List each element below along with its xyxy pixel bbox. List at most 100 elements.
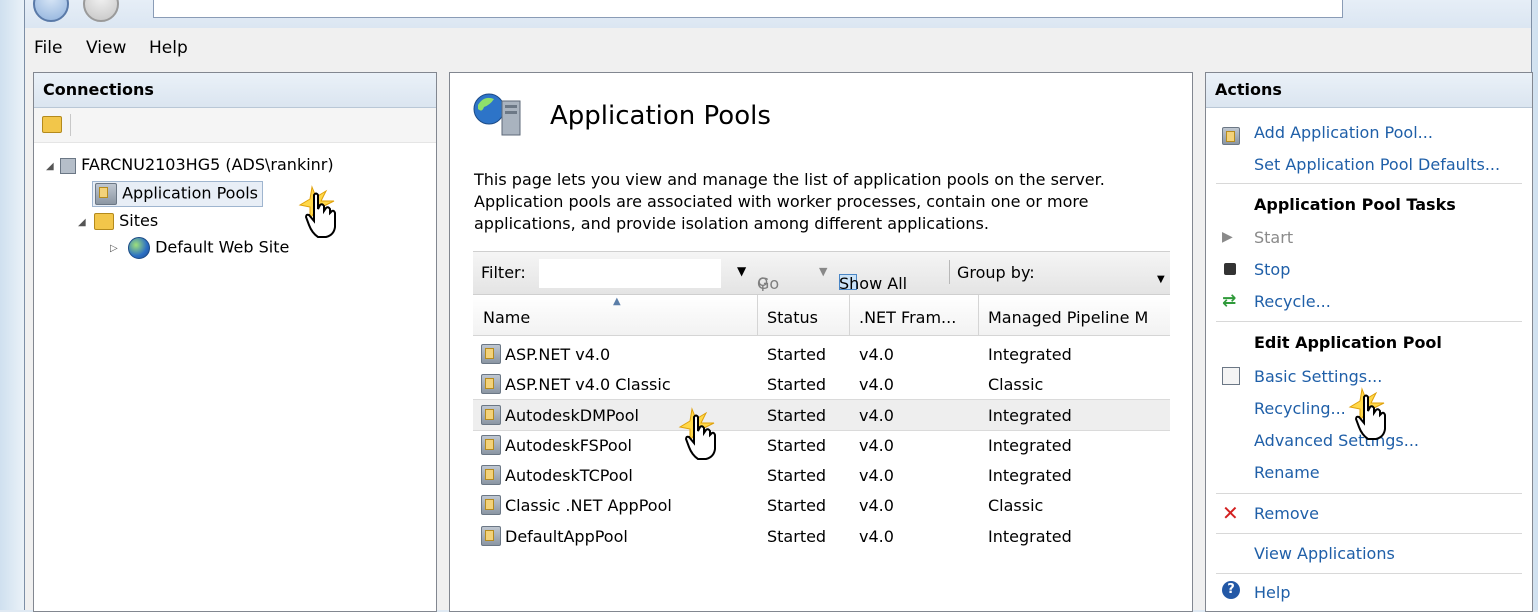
row-name: AutodeskDMPool: [505, 406, 639, 425]
tree-sites-node[interactable]: Sites: [94, 211, 158, 230]
app-pool-icon: [481, 405, 501, 425]
remove-link[interactable]: Remove: [1254, 504, 1319, 523]
filter-label: Filter:: [481, 263, 526, 282]
table-row[interactable]: ASP.NET v4.0 Classic Started v4.0 Classi…: [473, 369, 1170, 399]
row-pipeline: Classic: [988, 496, 1044, 515]
row-name: DefaultAppPool: [505, 527, 628, 546]
recycling-link[interactable]: Recycling...: [1254, 399, 1346, 418]
row-pipeline: Classic: [988, 375, 1044, 394]
column-name[interactable]: Name: [483, 308, 530, 327]
app-pool-icon: [481, 344, 501, 364]
basic-settings-link[interactable]: Basic Settings...: [1254, 367, 1382, 386]
menu-file[interactable]: File: [34, 38, 62, 58]
sites-label: Sites: [119, 211, 159, 230]
tree-application-pools[interactable]: Application Pools: [92, 181, 264, 207]
filter-toolbar: Filter: ▼ ⚲ Go ▼ Show All Group by: ▼: [473, 251, 1170, 295]
sort-ascending-icon: ▲: [613, 296, 621, 307]
iis-manager-window: File View Help Connections ◢ FARCNU2103H…: [24, 0, 1533, 612]
view-applications-link[interactable]: View Applications: [1254, 544, 1395, 563]
navigation-bar: [25, 0, 1531, 28]
row-status: Started: [767, 345, 827, 364]
page-title: Application Pools: [550, 101, 771, 131]
advanced-settings-link[interactable]: Advanced Settings...: [1254, 431, 1419, 450]
more-options-icon[interactable]: ▼: [1157, 274, 1165, 285]
actions-header: Actions: [1206, 73, 1532, 108]
help-link[interactable]: Help: [1254, 583, 1290, 602]
collapse-server-toggle[interactable]: ◢: [46, 161, 54, 172]
column-separator[interactable]: [849, 295, 850, 335]
row-name: AutodeskTCPool: [505, 466, 633, 485]
remove-x-icon: ✕: [1222, 501, 1239, 525]
recycle-link[interactable]: Recycle...: [1254, 292, 1331, 311]
back-button[interactable]: [33, 0, 69, 22]
column-separator[interactable]: [978, 295, 979, 335]
menu-bar: [25, 28, 1531, 64]
menu-view[interactable]: View: [86, 38, 126, 58]
main-content-panel: Application Pools This page lets you vie…: [449, 72, 1193, 612]
filter-dropdown-icon[interactable]: ▼: [737, 264, 746, 278]
expand-site-toggle[interactable]: ▷: [110, 243, 118, 254]
row-status: Started: [767, 436, 827, 455]
filter-input[interactable]: [539, 259, 721, 288]
table-row[interactable]: AutodeskTCPool Started v4.0 Integrated: [473, 460, 1170, 490]
pool-tasks-header: Application Pool Tasks: [1254, 195, 1456, 214]
row-status: Started: [767, 375, 827, 394]
app-pool-icon: [481, 435, 501, 455]
column-net-framework[interactable]: .NET Fram...: [859, 308, 956, 327]
collapse-sites-toggle[interactable]: ◢: [78, 217, 86, 228]
row-net-version: v4.0: [859, 527, 894, 546]
start-link[interactable]: Start: [1254, 228, 1293, 247]
tree-default-web-site[interactable]: Default Web Site: [128, 237, 289, 259]
row-name: AutodeskFSPool: [505, 436, 632, 455]
row-net-version: v4.0: [859, 406, 894, 425]
column-separator[interactable]: [757, 295, 758, 335]
connect-folder-icon[interactable]: [42, 116, 62, 133]
row-name: Classic .NET AppPool: [505, 496, 672, 515]
group-by-button[interactable]: Group by:: [957, 263, 1035, 282]
table-row[interactable]: ASP.NET v4.0 Started v4.0 Integrated: [473, 339, 1170, 369]
add-application-pool-link[interactable]: Add Application Pool...: [1254, 123, 1433, 142]
column-status[interactable]: Status: [767, 308, 818, 327]
default-site-label: Default Web Site: [155, 237, 290, 257]
forward-button[interactable]: [83, 0, 119, 22]
set-pool-defaults-link[interactable]: Set Application Pool Defaults...: [1254, 155, 1500, 174]
basic-settings-icon: [1222, 367, 1240, 385]
description-line-1: This page lets you view and manage the l…: [474, 170, 1105, 189]
row-name: ASP.NET v4.0 Classic: [505, 375, 671, 394]
table-row[interactable]: DefaultAppPool Started v4.0 Integrated: [473, 521, 1170, 551]
grid-header: ▲ Name Status .NET Fram... Managed Pipel…: [473, 295, 1170, 336]
table-row[interactable]: Classic .NET AppPool Started v4.0 Classi…: [473, 490, 1170, 520]
application-pools-large-icon: [473, 93, 521, 136]
stop-icon: [1224, 263, 1236, 275]
recycle-icon: ⇄: [1222, 291, 1237, 311]
address-bar[interactable]: [153, 0, 1343, 18]
hand-cursor-icon: [298, 185, 336, 238]
app-pool-icon: [481, 526, 501, 546]
connections-header: Connections: [34, 73, 436, 108]
table-row[interactable]: AutodeskFSPool Started v4.0 Integrated: [473, 430, 1170, 460]
tree-server-node[interactable]: FARCNU2103HG5 (ADS\rankinr): [60, 155, 334, 174]
show-all-label: Show All: [839, 274, 908, 293]
row-pipeline: Integrated: [988, 406, 1072, 425]
go-dropdown-icon[interactable]: ▼: [819, 265, 827, 278]
row-pipeline: Integrated: [988, 527, 1072, 546]
app-pool-icon: [481, 374, 501, 394]
menu-help[interactable]: Help: [149, 38, 188, 58]
description-line-2: Application pools are associated with wo…: [474, 192, 1089, 211]
actions-panel: Actions Add Application Pool... Set Appl…: [1205, 72, 1533, 612]
table-row-selected[interactable]: AutodeskDMPool Started v4.0 Integrated: [473, 399, 1170, 431]
row-pipeline: Integrated: [988, 345, 1072, 364]
connections-panel: Connections ◢ FARCNU2103HG5 (ADS\rankinr…: [33, 72, 437, 612]
column-managed-pipeline[interactable]: Managed Pipeline M: [988, 308, 1148, 327]
hand-cursor-icon: [1348, 387, 1386, 440]
web-site-globe-icon: [128, 237, 150, 259]
rename-link[interactable]: Rename: [1254, 463, 1320, 482]
app-pool-icon: [481, 495, 501, 515]
go-label: Go: [757, 274, 780, 293]
row-net-version: v4.0: [859, 345, 894, 364]
app-pool-icon: [481, 465, 501, 485]
row-status: Started: [767, 527, 827, 546]
row-name: ASP.NET v4.0: [505, 345, 611, 364]
server-icon: [60, 157, 76, 174]
stop-link[interactable]: Stop: [1254, 260, 1290, 279]
